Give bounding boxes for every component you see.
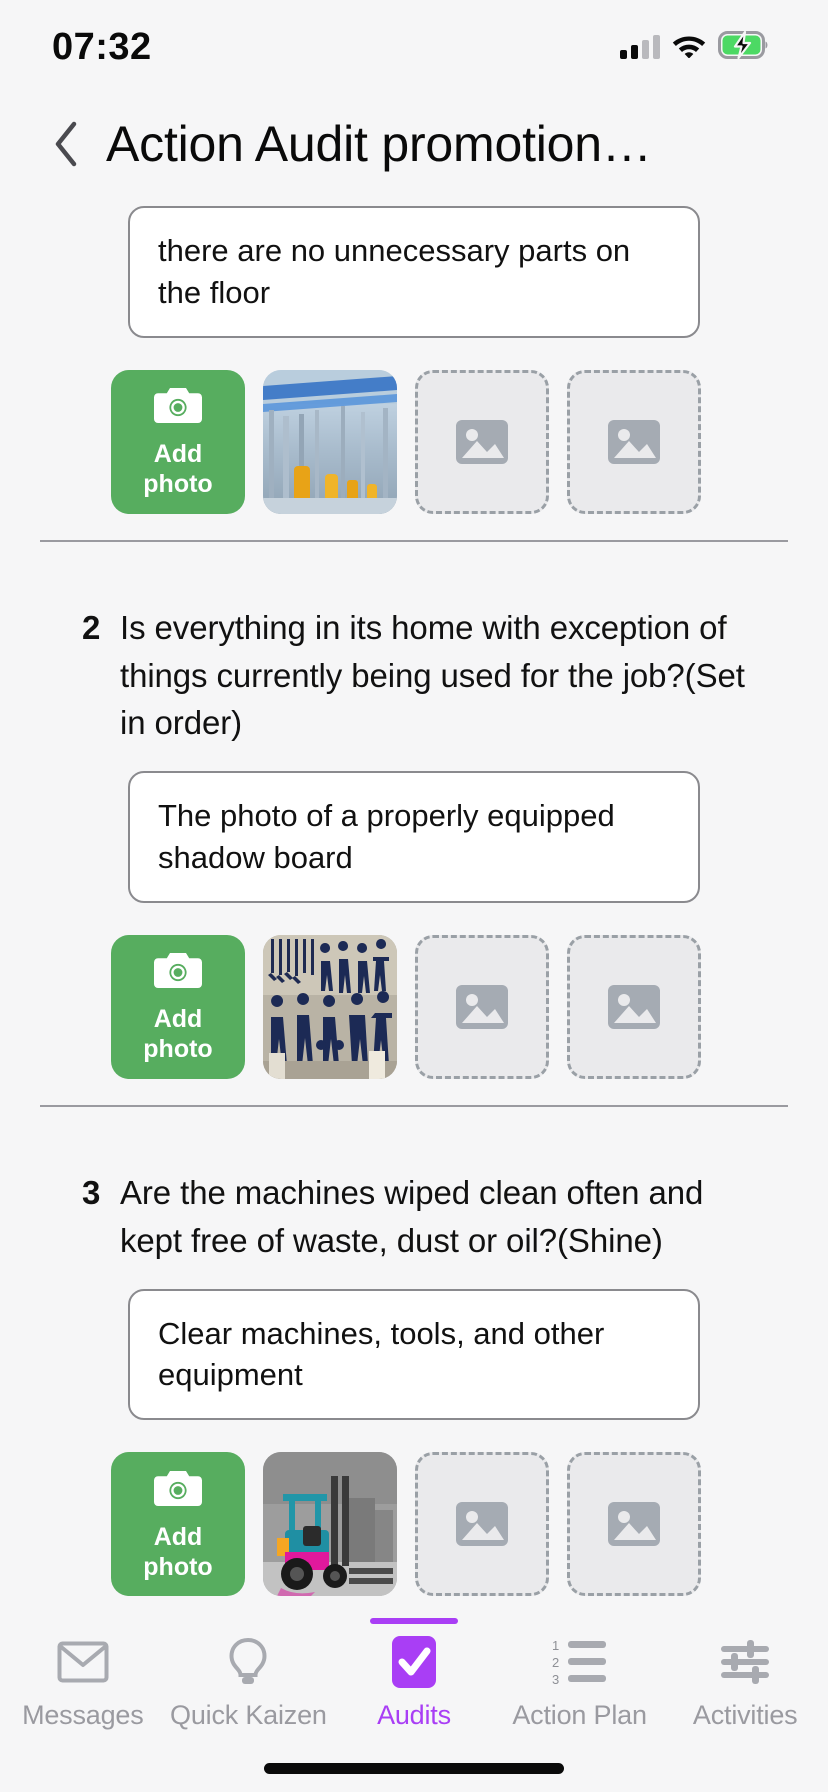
numbered-list-icon: 1 2 3 [552,1634,608,1690]
add-photo-label-line2: photo [143,1552,213,1581]
tab-label: Quick Kaizen [170,1700,327,1730]
tab-action-plan[interactable]: 1 2 3 Action Plan [497,1634,663,1731]
image-placeholder-icon [456,1502,508,1547]
photo-row: Add photo [0,338,828,514]
home-indicator [264,1763,564,1774]
camera-icon [153,950,203,997]
audit-questions-scroll[interactable]: there are no unnecessary parts on the fl… [0,206,828,1616]
tab-label: Action Plan [512,1700,647,1730]
photo-slot-empty[interactable] [567,934,701,1079]
question-number: 2 [82,608,101,646]
add-photo-button[interactable]: Add photo [111,934,245,1079]
question-heading: 2 Is everything in its home with excepti… [0,604,828,748]
sliders-icon [719,1634,771,1690]
question-block: 2 Is everything in its home with excepti… [0,576,828,1141]
add-photo-label-line2: photo [143,470,213,499]
photo-thumbnail-shadow-board[interactable] [263,934,397,1079]
envelope-icon [57,1634,109,1690]
status-bar: 07:32 [0,0,828,86]
question-block: there are no unnecessary parts on the fl… [0,206,828,576]
section-divider [40,539,788,542]
photo-row: Add photo [0,1420,828,1597]
page-title: Action Audit promotion… [106,116,652,172]
photo-slot-empty[interactable] [567,369,701,514]
tab-label: Messages [22,1700,144,1730]
active-tab-indicator [369,1618,458,1624]
checkbox-check-icon [390,1634,438,1690]
image-placeholder-icon [608,984,660,1029]
camera-icon [153,1468,203,1515]
answer-input[interactable]: there are no unnecessary parts on the fl… [128,206,700,338]
photo-thumbnail-forklift[interactable] [263,1452,397,1597]
add-photo-label-line1: Add [153,1522,203,1551]
tab-label: Audits [377,1700,451,1730]
status-bar-icons [620,23,770,64]
add-photo-button[interactable]: Add photo [111,1452,245,1597]
tab-messages[interactable]: Messages [0,1634,166,1731]
tab-activities[interactable]: Activities [662,1634,828,1731]
add-photo-label-line1: Add [153,440,203,469]
photo-slot-empty[interactable] [415,1452,549,1597]
photo-row: Add photo [0,903,828,1079]
svg-text:2: 2 [552,1655,559,1670]
section-divider [40,1104,788,1107]
question-number: 3 [82,1173,101,1211]
tab-label: Activities [692,1700,798,1730]
camera-icon [153,385,203,432]
photo-thumbnail-industrial-plant[interactable] [263,369,397,514]
svg-text:3: 3 [552,1672,559,1686]
image-placeholder-icon [456,984,508,1029]
tab-audits[interactable]: Audits [331,1618,497,1731]
answer-input[interactable]: The photo of a properly equipped shadow … [128,771,700,903]
chevron-left-icon [55,121,77,167]
question-text: Are the machines wiped clean often and k… [120,1173,704,1259]
image-placeholder-icon [608,419,660,464]
question-text: Is everything in its home with exception… [120,608,745,742]
add-photo-label-line1: Add [153,1005,203,1034]
lightbulb-icon [227,1634,269,1690]
photo-slot-empty[interactable] [567,1452,701,1597]
question-heading: 3 Are the machines wiped clean often and… [0,1169,828,1265]
photo-slot-empty[interactable] [415,369,549,514]
wifi-icon [672,32,706,63]
page-header: Action Audit promotion… [0,86,828,196]
answer-input[interactable]: Clear machines, tools, and other equipme… [128,1288,700,1421]
photo-slot-empty[interactable] [415,934,549,1079]
back-button[interactable] [40,114,92,174]
add-photo-button[interactable]: Add photo [111,369,245,514]
add-photo-label-line2: photo [143,1035,213,1064]
battery-charging-icon [718,30,770,64]
image-placeholder-icon [608,1502,660,1547]
question-block: 3 Are the machines wiped clean often and… [0,1141,828,1616]
image-placeholder-icon [456,419,508,464]
bottom-tab-bar: Messages Quick Kaizen Audits 1 2 3 Actio… [0,1616,828,1792]
tab-quick-kaizen[interactable]: Quick Kaizen [166,1634,332,1731]
status-bar-time: 07:32 [52,25,152,68]
cellular-signal-icon [620,35,660,59]
svg-text:1: 1 [552,1638,559,1653]
